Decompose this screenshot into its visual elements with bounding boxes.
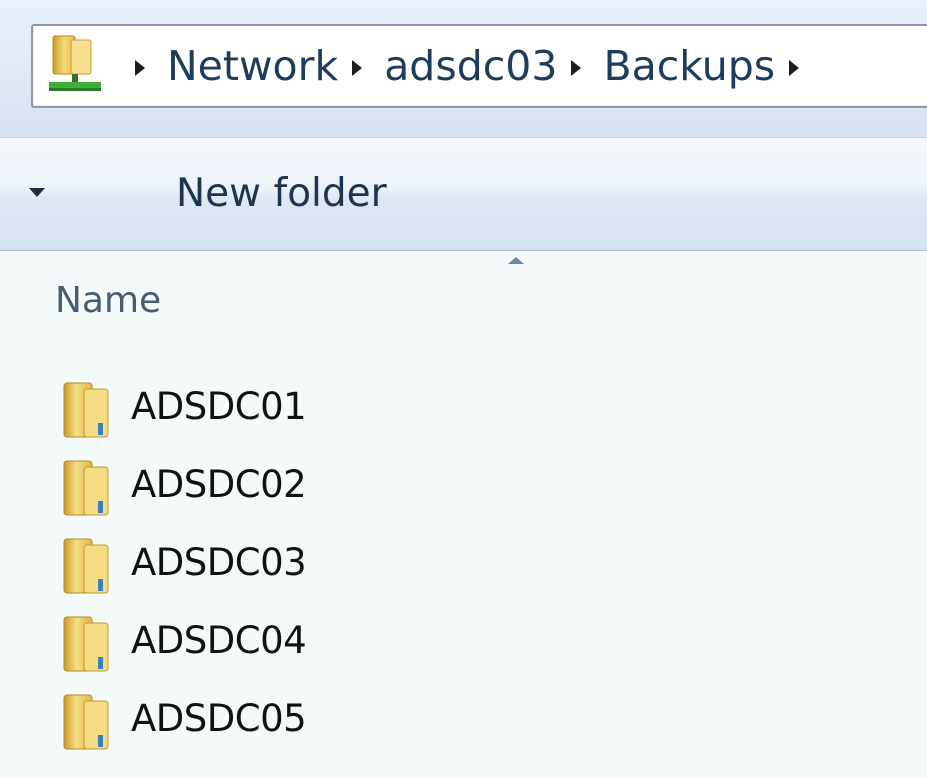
- folder-name: ADSDC01: [131, 385, 307, 428]
- chevron-right-icon[interactable]: [789, 60, 800, 76]
- chevron-right-icon[interactable]: [135, 60, 145, 76]
- folder-icon: [63, 616, 109, 672]
- chevron-down-icon[interactable]: [29, 188, 45, 197]
- column-header-name[interactable]: Name: [55, 279, 161, 323]
- file-rows: ADSDC01 ADSDC02 ADSDC03 ADSDC04 ADSDC05: [0, 371, 927, 761]
- breadcrumb-adsdc03[interactable]: adsdc03: [384, 26, 557, 106]
- chevron-right-icon[interactable]: [571, 60, 582, 76]
- list-item[interactable]: ADSDC03: [0, 527, 927, 605]
- folder-icon: [63, 538, 109, 594]
- command-bar: New folder: [0, 137, 927, 252]
- list-item[interactable]: ADSDC02: [0, 449, 927, 527]
- chevron-right-icon[interactable]: [352, 60, 363, 76]
- new-folder-button[interactable]: New folder: [176, 162, 387, 226]
- folder-name: ADSDC04: [131, 619, 307, 662]
- list-item[interactable]: ADSDC04: [0, 605, 927, 683]
- sort-ascending-icon: [508, 257, 524, 264]
- folder-name: ADSDC05: [131, 697, 307, 740]
- folder-icon: [63, 460, 109, 516]
- address-bar[interactable]: Network adsdc03 Backups: [31, 24, 927, 108]
- list-item[interactable]: ADSDC01: [0, 371, 927, 449]
- explorer-window: Network adsdc03 Backups New folder Name: [0, 0, 927, 778]
- list-item[interactable]: ADSDC05: [0, 683, 927, 761]
- breadcrumb: Network adsdc03 Backups: [121, 26, 821, 106]
- address-bar-area: Network adsdc03 Backups: [0, 0, 927, 137]
- folder-icon: [63, 694, 109, 750]
- file-list: Name ADSDC01 ADSDC02 ADSDC03 ADSDC04 ADS…: [0, 251, 927, 778]
- breadcrumb-network[interactable]: Network: [167, 26, 338, 106]
- folder-name: ADSDC02: [131, 463, 307, 506]
- breadcrumb-backups[interactable]: Backups: [603, 26, 775, 106]
- folder-name: ADSDC03: [131, 541, 307, 584]
- folder-icon: [63, 382, 109, 438]
- network-location-icon: [49, 35, 101, 91]
